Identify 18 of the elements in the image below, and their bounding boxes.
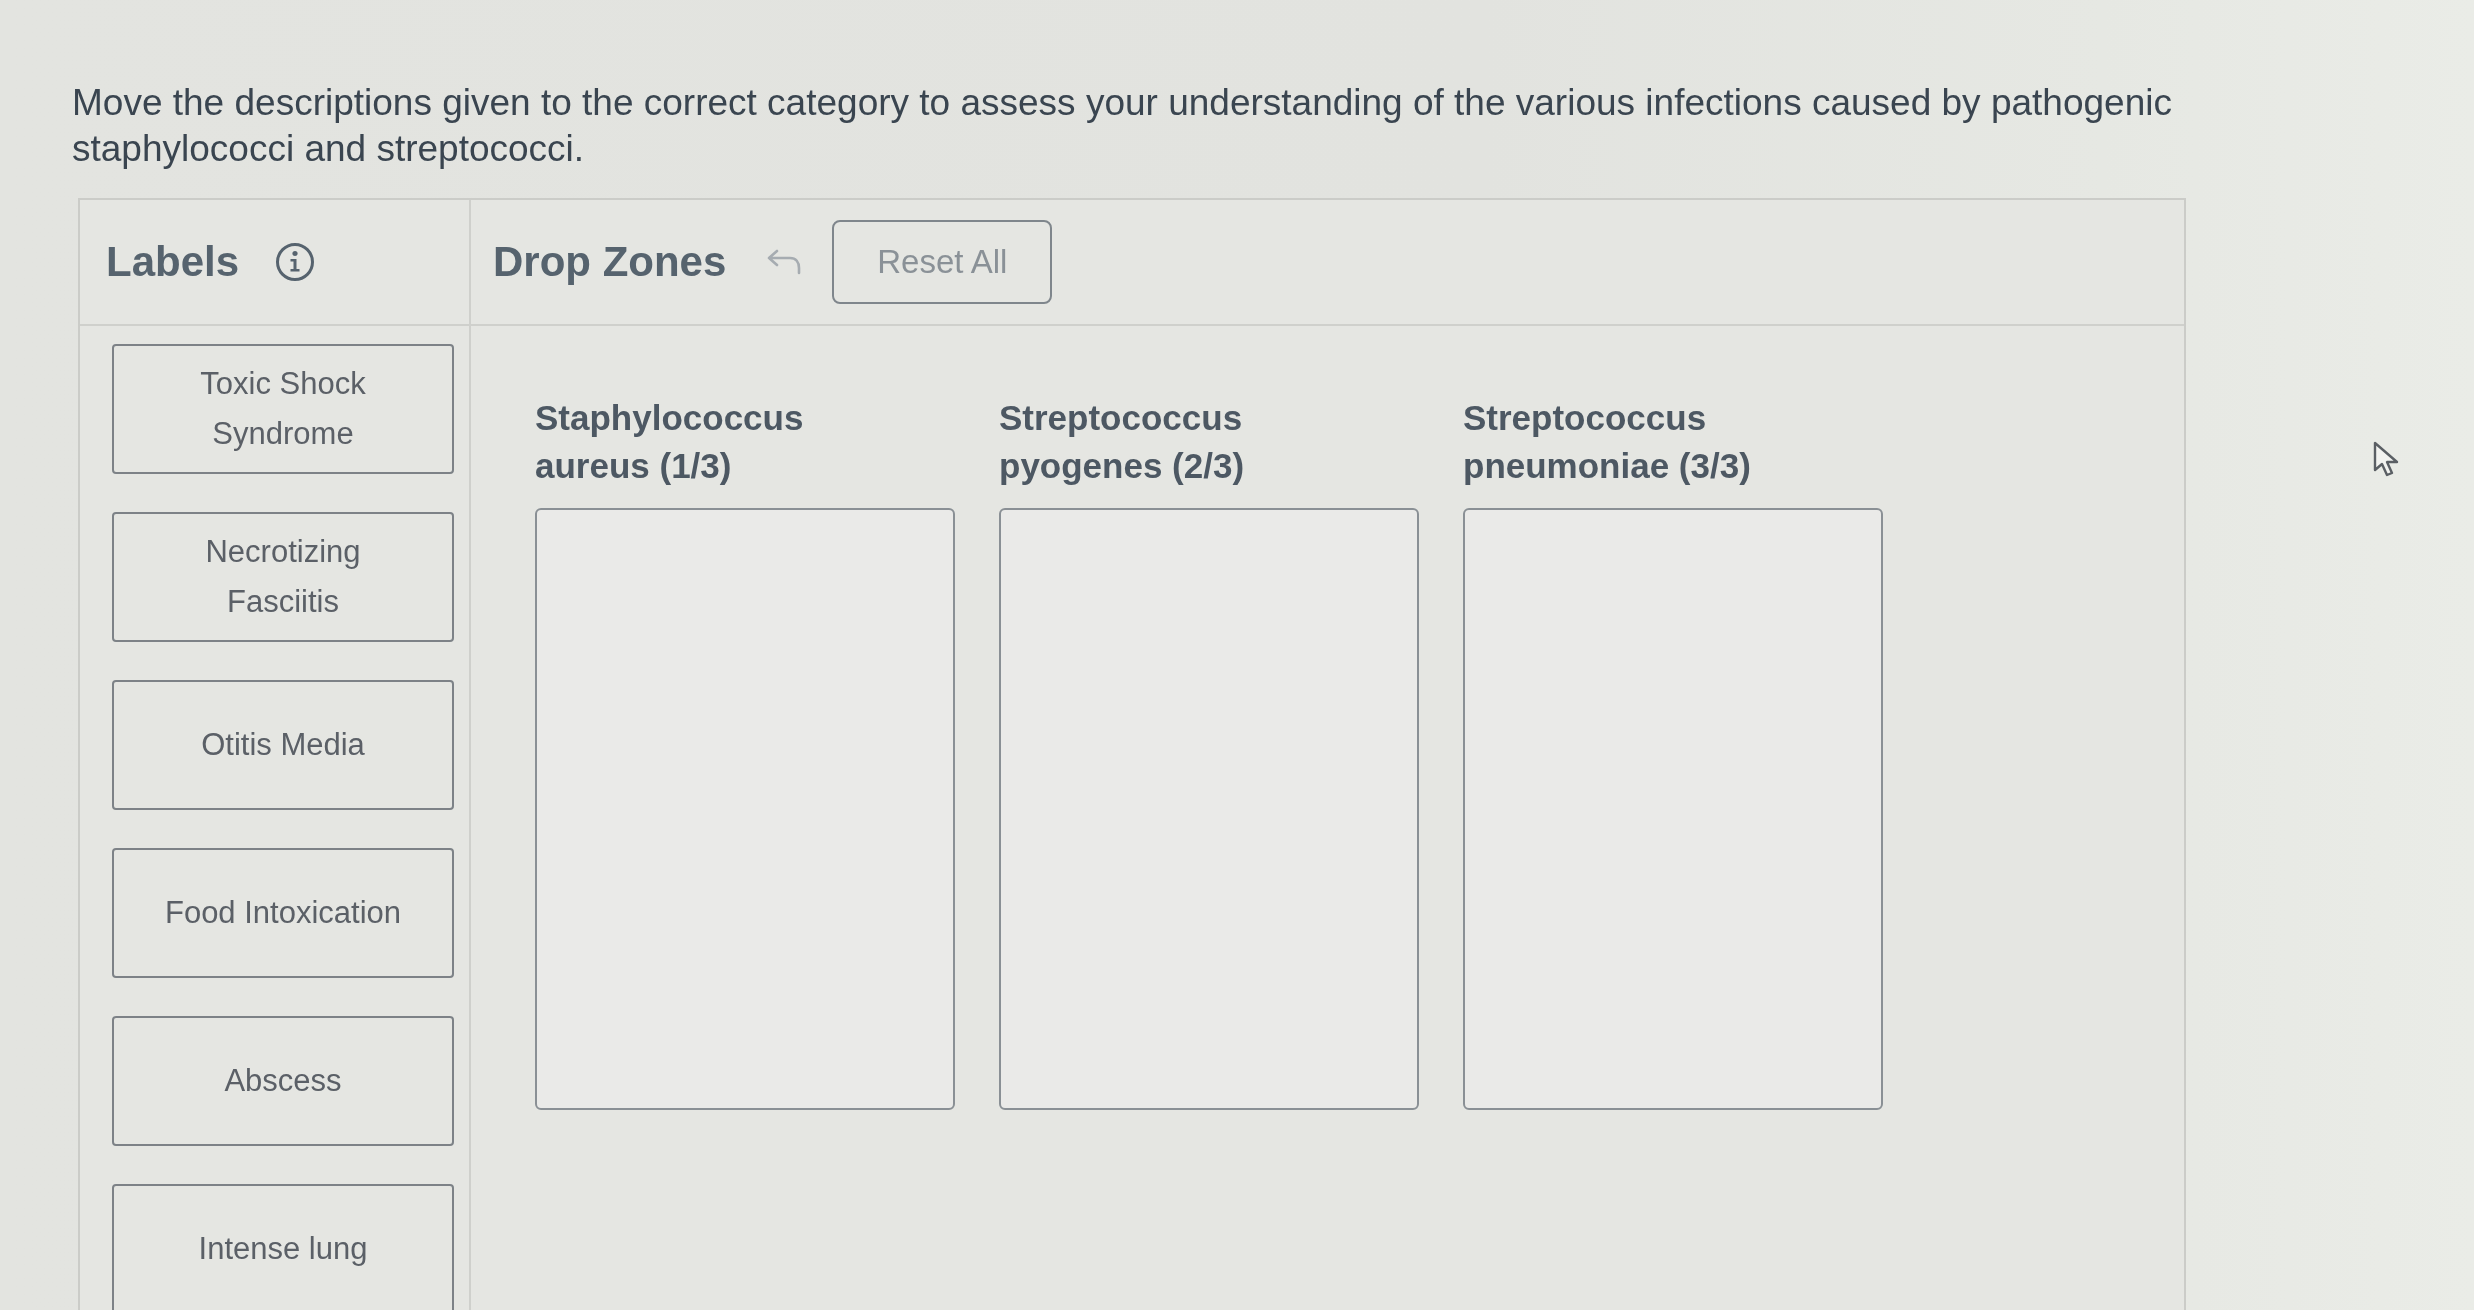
labels-heading: Labels <box>106 238 240 286</box>
drop-zones-heading: Drop Zones <box>493 238 727 286</box>
zone-heading: Streptococcus pneumoniae (3/3) <box>1463 397 1752 487</box>
curved-arrow-icon[interactable] <box>766 248 803 276</box>
label-card[interactable]: Toxic Shock Syndrome <box>112 344 454 474</box>
zone-heading: Staphylococcus aureus (1/3) <box>535 397 805 487</box>
drop-area[interactable] <box>999 508 1419 1110</box>
label-card[interactable]: Abscess <box>112 1016 454 1146</box>
zone-heading: Streptococcus pyogenes (2/3) <box>999 397 1246 487</box>
instructions-text: Move the descriptions given to the correct category to assess your understanding of the various infections caused by pathogenic staphylococci and streptococci. <box>72 81 2173 171</box>
label-card[interactable]: Necrotizing Fasciitis <box>112 512 454 642</box>
label-card[interactable]: Food Intoxication <box>112 848 454 978</box>
label-card[interactable]: Otitis Media <box>112 680 454 810</box>
label-card[interactable]: Intense lung <box>112 1184 454 1310</box>
reset-all-button[interactable]: Reset All <box>832 220 1053 304</box>
drop-area[interactable] <box>535 508 955 1110</box>
info-icon[interactable] <box>275 242 316 282</box>
drop-area[interactable] <box>1463 508 1883 1110</box>
